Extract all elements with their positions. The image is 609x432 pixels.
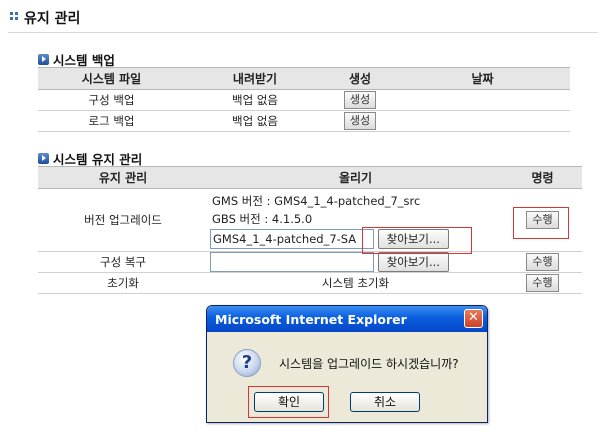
col-maintenance: 유지 관리 <box>38 166 208 189</box>
create-log-backup-button[interactable]: 생성 <box>343 112 377 130</box>
run-highlight-box <box>513 207 569 239</box>
col-create: 생성 <box>325 67 395 90</box>
close-icon[interactable]: ✕ <box>464 309 483 328</box>
backup-header-row: 시스템 파일 내려받기 생성 날짜 <box>38 67 570 90</box>
section-bullet-icon <box>38 54 49 65</box>
backup-date <box>395 110 570 132</box>
maintenance-table: 유지 관리 올리기 명령 버전 업그레이드 GMS 버전 : GMS4_1_4-… <box>38 166 582 294</box>
restore-browse-button[interactable]: 찾아보기... <box>377 252 449 272</box>
gbs-version: GBS 버전 : 4.1.5.0 <box>212 211 313 226</box>
restore-command-cell: 수행 <box>503 251 582 273</box>
reset-command-cell: 수행 <box>503 272 582 294</box>
page-title: 유지 관리 <box>24 11 81 27</box>
upgrade-file-input[interactable]: GMS4_1_4-patched_7-SA <box>210 228 374 249</box>
reset-text: 시스템 초기화 <box>208 272 503 294</box>
reset-row: 초기화 시스템 초기화 수행 <box>38 272 582 294</box>
maintenance-header-row: 유지 관리 올리기 명령 <box>38 166 582 189</box>
backup-date <box>395 89 570 111</box>
section-bullet-icon <box>38 153 49 164</box>
create-config-backup-button[interactable]: 생성 <box>343 91 377 109</box>
upgrade-row: 버전 업그레이드 GMS 버전 : GMS4_1_4-patched_7_src… <box>38 188 582 252</box>
col-download: 내려받기 <box>185 67 325 90</box>
gms-version: GMS 버전 : GMS4_1_4-patched_7_src <box>212 193 421 208</box>
backup-action-cell: 생성 <box>325 110 395 132</box>
col-system-file: 시스템 파일 <box>38 67 185 90</box>
col-command: 명령 <box>503 166 582 189</box>
cancel-button[interactable]: 취소 <box>350 392 420 412</box>
dialog-title: Microsoft Internet Explorer <box>215 312 407 327</box>
title-dots-icon <box>10 12 20 22</box>
restore-label: 구성 복구 <box>38 251 208 273</box>
ok-highlight-box <box>248 386 329 418</box>
page-header: 유지 관리 <box>8 4 598 33</box>
backup-table: 시스템 파일 내려받기 생성 날짜 구성 백업 백업 없음 생성 로그 백업 백… <box>38 67 570 132</box>
restore-file-input[interactable] <box>210 252 374 272</box>
backup-download: 백업 없음 <box>185 89 325 111</box>
backup-download: 백업 없음 <box>185 110 325 132</box>
col-upload: 올리기 <box>208 166 503 189</box>
col-date: 날짜 <box>395 67 570 90</box>
question-icon: ? <box>233 349 261 377</box>
restore-run-button[interactable]: 수행 <box>526 253 559 271</box>
table-row: 구성 백업 백업 없음 생성 <box>38 89 570 111</box>
reset-label: 초기화 <box>38 272 208 294</box>
backup-action-cell: 생성 <box>325 89 395 111</box>
confirm-dialog: Microsoft Internet Explorer ✕ ? 시스템을 업그레… <box>206 305 488 423</box>
upgrade-label: 버전 업그레이드 <box>38 188 208 252</box>
backup-name: 구성 백업 <box>38 89 185 111</box>
dialog-title-bar[interactable]: Microsoft Internet Explorer ✕ <box>207 306 487 332</box>
backup-name: 로그 백업 <box>38 110 185 132</box>
restore-upload-cell: 찾아보기... <box>208 251 503 273</box>
reset-run-button[interactable]: 수행 <box>526 274 559 292</box>
restore-row: 구성 복구 찾아보기... 수행 <box>38 251 582 273</box>
dialog-message: 시스템을 업그레이드 하시겠습니까? <box>279 357 459 371</box>
table-row: 로그 백업 백업 없음 생성 <box>38 110 570 132</box>
browse-highlight-box <box>362 227 472 254</box>
